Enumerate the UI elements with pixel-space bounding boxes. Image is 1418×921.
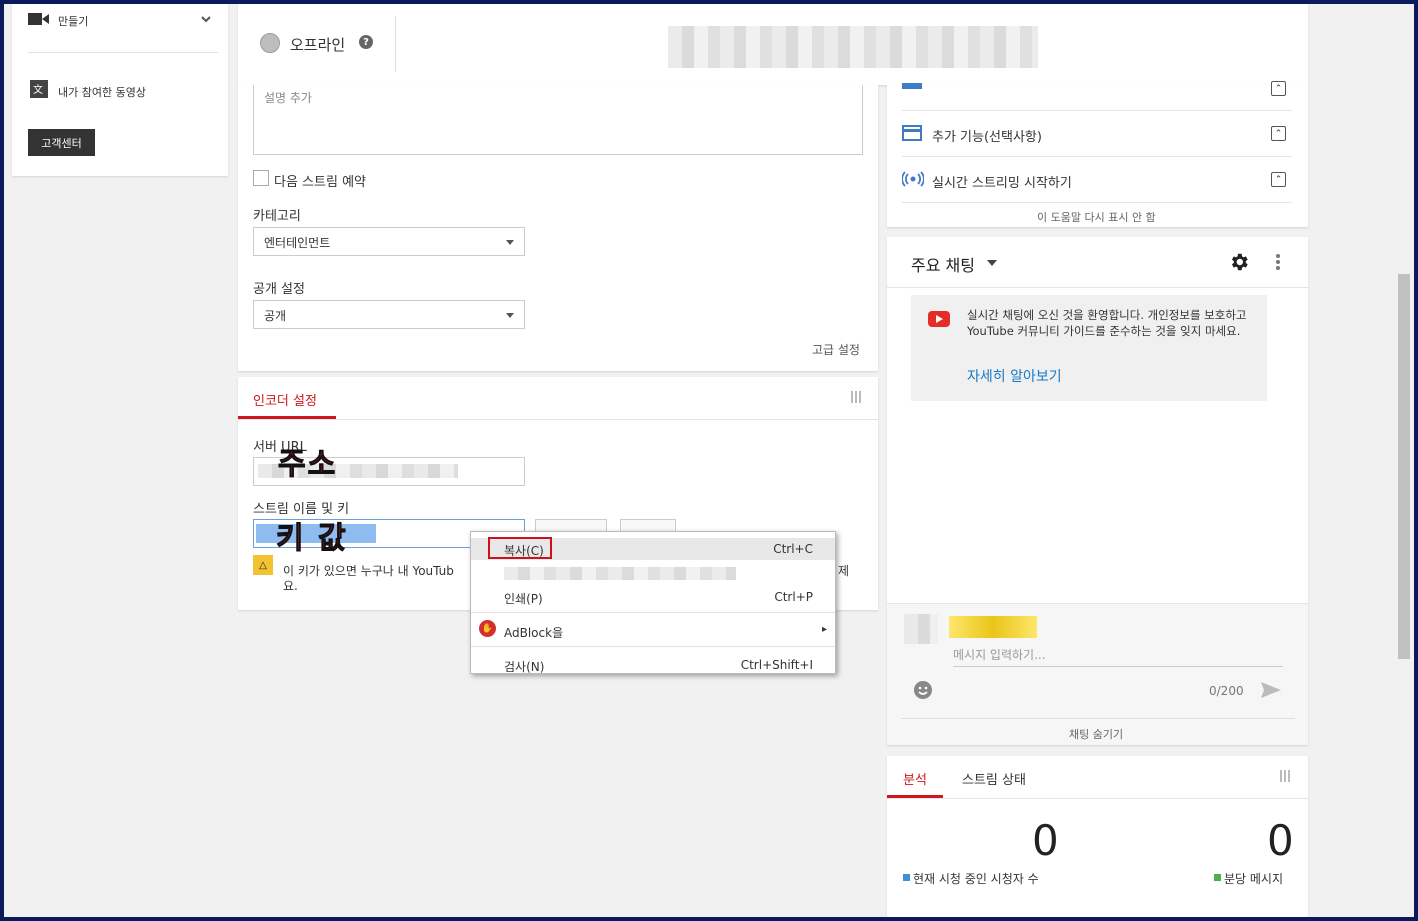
- dropdown-caret-icon: [506, 240, 514, 245]
- scrollbar-thumb[interactable]: [1398, 274, 1410, 659]
- per-minute-legend-swatch: [1214, 874, 1221, 881]
- expand-toggle-icon[interactable]: ⌃: [1271, 126, 1286, 141]
- status-indicator: [260, 33, 280, 53]
- chat-welcome-message: 실시간 채팅에 오신 것을 환영합니다. 개인정보를 보호하고 YouTube …: [911, 295, 1267, 401]
- expand-toggle-icon[interactable]: ⌃: [1271, 172, 1286, 187]
- tab-bar-divider: [887, 798, 1308, 799]
- user-avatar: [904, 614, 938, 644]
- warning-icon: △: [253, 555, 273, 575]
- context-menu-separator: [471, 612, 835, 613]
- redacted-stream-title: [668, 26, 1038, 68]
- translate-icon: 文: [30, 80, 48, 102]
- left-sidebar: 만들기 文 내가 참여한 동영상 고객센터: [12, 4, 228, 176]
- context-menu-adblock[interactable]: AdBlock을 ▸: [471, 620, 835, 642]
- svg-text:文: 文: [33, 83, 43, 96]
- analytics-card: 분석 스트림 상태 0 현재 시청 중인 시청자 수 0 분당 메시지: [887, 756, 1308, 917]
- warning-text-line2: 요.: [283, 579, 298, 593]
- gear-icon[interactable]: [1228, 251, 1250, 277]
- hide-chat-link[interactable]: 채팅 숨기기: [1069, 726, 1123, 742]
- page-scrollbar[interactable]: [1395, 4, 1414, 917]
- chat-title[interactable]: 주요 채팅: [911, 252, 975, 276]
- concurrent-viewers-value: 0: [1032, 816, 1059, 865]
- chevron-down-icon[interactable]: [200, 10, 212, 29]
- context-menu-separator: [471, 646, 835, 647]
- dismiss-help-link[interactable]: 이 도움말 다시 표시 안 함: [1037, 209, 1156, 225]
- copy-highlight-annotation: [488, 537, 552, 559]
- emoji-icon[interactable]: [913, 680, 933, 704]
- category-select[interactable]: 엔터테인먼트: [253, 227, 525, 256]
- support-button[interactable]: 고객센터: [28, 129, 95, 156]
- stream-info-card: 설명 추가 다음 스트림 예약 카테고리 엔터테인먼트 공개 설정 공개 고급 …: [238, 85, 878, 371]
- submenu-arrow-icon: ▸: [821, 624, 827, 635]
- messages-per-minute-label: 분당 메시지: [1224, 872, 1284, 886]
- context-menu: 복사(C) Ctrl+C 인쇄(P) Ctrl+P ✋ AdBlock을 ▸ 검…: [470, 531, 836, 674]
- context-menu-print[interactable]: 인쇄(P) Ctrl+P: [471, 586, 835, 608]
- send-icon[interactable]: [1260, 680, 1282, 704]
- partial-row-icon: [902, 79, 924, 95]
- help-row-extras[interactable]: 추가 기능(선택사항) ⌃: [902, 111, 1292, 157]
- create-label[interactable]: 만들기: [58, 13, 88, 29]
- concurrent-legend-swatch: [903, 874, 910, 881]
- expand-toggle-icon[interactable]: ⌃: [1271, 81, 1286, 96]
- advanced-settings-link[interactable]: 고급 설정: [812, 341, 860, 358]
- redacted-menu-item: [504, 567, 736, 580]
- concurrent-viewers-label: 현재 시청 중인 시청자 수: [913, 872, 1039, 886]
- drag-handle-icon[interactable]: [1280, 770, 1292, 782]
- welcome-text: 실시간 채팅에 오신 것을 환영합니다. 개인정보를 보호하고 YouTube …: [967, 308, 1247, 338]
- description-textarea[interactable]: 설명 추가: [253, 85, 863, 155]
- address-annotation: 주소: [277, 447, 338, 483]
- warning-text-tail: 제: [838, 564, 850, 578]
- card-icon: [902, 125, 924, 141]
- chat-mode-caret-icon[interactable]: [987, 260, 997, 266]
- category-label: 카테고리: [253, 209, 301, 224]
- learn-more-link[interactable]: 자세히 알아보기: [967, 366, 1062, 386]
- youtube-icon: [928, 311, 950, 327]
- key-annotation: 키 값: [276, 521, 348, 557]
- chat-header-divider: [887, 287, 1308, 288]
- schedule-next-stream-label[interactable]: 다음 스트림 예약: [274, 171, 366, 190]
- contributed-videos-link[interactable]: 내가 참여한 동영상: [58, 84, 146, 100]
- status-separator: [395, 16, 396, 72]
- tab-encoder-settings[interactable]: 인코더 설정: [253, 390, 317, 409]
- drag-handle-icon[interactable]: [851, 391, 863, 403]
- messages-per-minute-value: 0: [1267, 816, 1294, 865]
- tab-analytics[interactable]: 분석: [903, 769, 927, 788]
- chat-foot-divider: [901, 718, 1295, 719]
- category-value: 엔터테인먼트: [264, 236, 331, 250]
- warning-text-line1: 이 키가 있으면 누구나 내 YouTub: [283, 564, 454, 578]
- live-chat-card: 주요 채팅 실시간 채팅에 오신 것을 환영합니다. 개인정보를 보호하고 Yo…: [887, 237, 1308, 745]
- help-row-partial: ⌃: [902, 65, 1292, 111]
- privacy-select[interactable]: 공개: [253, 300, 525, 329]
- redacted-username: [949, 616, 1037, 638]
- help-checklist-card: ⌃ 추가 기능(선택사항) ⌃ 실시간 스트리밍 시작하기 ⌃ 이 도움말 다시…: [887, 81, 1308, 227]
- schedule-next-stream-checkbox[interactable]: [253, 170, 269, 186]
- sidebar-divider: [28, 52, 218, 53]
- help-icon[interactable]: ?: [359, 35, 373, 49]
- more-options-icon[interactable]: [1275, 253, 1281, 275]
- video-camera-icon: [28, 11, 50, 31]
- broadcast-icon: [901, 171, 925, 187]
- context-menu-inspect[interactable]: 검사(N) Ctrl+Shift+I: [471, 654, 835, 676]
- chat-input-area: 메시지 입력하기... 0/200 채팅 숨기기: [887, 603, 1308, 745]
- browser-viewport: 만들기 文 내가 참여한 동영상 고객센터 오프라인 ? 설명 추가 다음 스트…: [4, 4, 1414, 917]
- tab-stream-health[interactable]: 스트림 상태: [962, 769, 1026, 788]
- status-text: 오프라인: [290, 36, 346, 54]
- privacy-label: 공개 설정: [253, 282, 305, 297]
- dropdown-caret-icon: [506, 313, 514, 318]
- privacy-value: 공개: [264, 309, 287, 323]
- message-input[interactable]: 메시지 입력하기...: [953, 646, 1283, 667]
- help-row-start-streaming[interactable]: 실시간 스트리밍 시작하기 ⌃: [901, 157, 1292, 203]
- char-counter: 0/200: [1209, 684, 1244, 698]
- tab-bar-divider: [238, 419, 878, 420]
